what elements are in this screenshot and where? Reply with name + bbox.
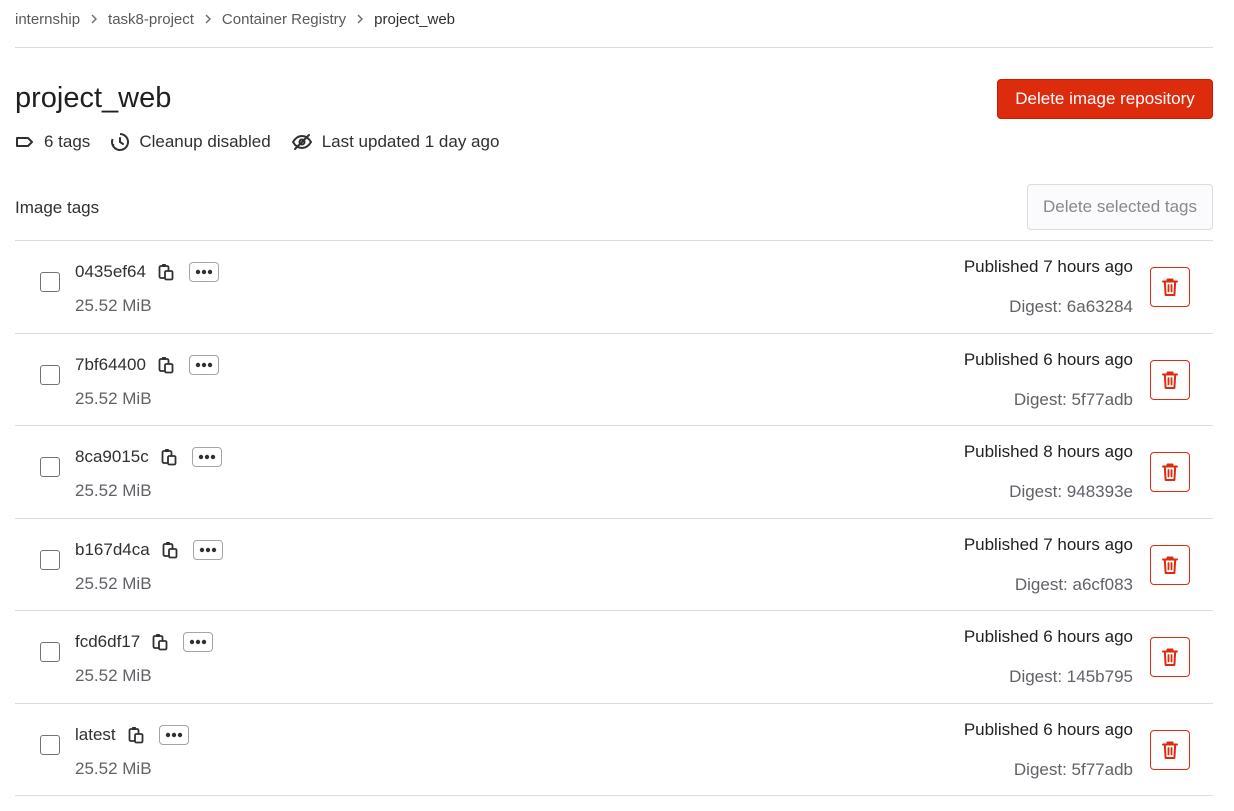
ellipsis-icon[interactable] xyxy=(191,447,222,467)
breadcrumb-item-current[interactable]: project_web xyxy=(374,11,455,28)
page-title: project_web xyxy=(15,82,172,114)
last-updated-label: Last updated 1 day ago xyxy=(321,132,500,151)
select-checkbox[interactable] xyxy=(40,642,60,662)
select-checkbox[interactable] xyxy=(40,734,60,755)
cleanup-status: Cleanup disabled xyxy=(110,132,271,152)
tag-published: Published 6 hours ago xyxy=(963,349,1133,369)
tag-header: latest xyxy=(75,724,189,746)
tag-icon xyxy=(16,137,33,147)
delete-selected-tags-button[interactable]: Delete selected tags xyxy=(1027,184,1213,230)
last-updated: Last updated 1 day ago xyxy=(291,132,500,152)
tag-header: 7bf64400 xyxy=(75,354,219,376)
image-tags-list: 0435ef64 25.52 MiB Published 7 hours ago… xyxy=(15,240,1213,796)
delete-tag-button[interactable] xyxy=(1150,544,1190,585)
ellipsis-icon[interactable] xyxy=(183,632,214,652)
tag-published: Published 8 hours ago xyxy=(963,442,1133,461)
table-row: latest 25.52 MiB Published 6 hours ago D… xyxy=(15,704,1213,796)
tag-name: 0435ef64 xyxy=(75,262,146,281)
clipboard-icon[interactable] xyxy=(158,356,174,374)
tag-size: 25.52 MiB xyxy=(75,758,152,778)
clipboard-icon[interactable] xyxy=(128,726,144,744)
table-row: 8ca9015c 25.52 MiB Published 8 hours ago… xyxy=(15,426,1213,519)
tag-header: 8ca9015c xyxy=(75,446,222,468)
select-checkbox[interactable] xyxy=(40,272,60,292)
clock-icon xyxy=(111,133,130,151)
trash-icon xyxy=(1162,278,1178,296)
ellipsis-icon[interactable] xyxy=(188,354,219,375)
chevron-right-icon xyxy=(90,14,98,24)
tag-name: fcd6df17 xyxy=(75,632,141,651)
table-row: fcd6df17 25.52 MiB Published 6 hours ago… xyxy=(15,611,1213,704)
breadcrumb-item-container-registry[interactable]: Container Registry xyxy=(222,11,346,28)
tag-name: b167d4ca xyxy=(75,539,150,559)
eye-slash-icon xyxy=(291,134,312,150)
tag-size: 25.52 MiB xyxy=(75,481,152,500)
tag-published: Published 6 hours ago xyxy=(963,719,1133,739)
tag-digest: Digest: 5f77adb xyxy=(1013,759,1133,779)
tag-header: b167d4ca xyxy=(75,539,223,561)
chevron-right-icon xyxy=(356,14,364,24)
trash-icon xyxy=(1162,648,1178,666)
clipboard-icon[interactable] xyxy=(158,263,174,281)
tag-name: latest xyxy=(75,724,116,744)
tag-header: 0435ef64 xyxy=(75,261,219,283)
delete-tag-button[interactable] xyxy=(1150,637,1190,677)
tag-size: 25.52 MiB xyxy=(75,296,152,315)
clipboard-icon[interactable] xyxy=(161,448,177,466)
tag-digest: Digest: a6cf083 xyxy=(1014,574,1133,594)
trash-icon xyxy=(1162,556,1178,574)
table-row: 7bf64400 25.52 MiB Published 6 hours ago… xyxy=(15,334,1213,426)
tag-name: 7bf64400 xyxy=(75,354,146,374)
ellipsis-icon[interactable] xyxy=(188,262,219,282)
delete-image-repository-button[interactable]: Delete image repository xyxy=(997,79,1213,119)
breadcrumb-item-project[interactable]: task8-project xyxy=(108,11,194,28)
repository-meta: 6 tags Cleanup disabled Last updated 1 d… xyxy=(15,130,519,154)
clipboard-icon[interactable] xyxy=(162,541,178,559)
ellipsis-icon[interactable] xyxy=(192,539,223,560)
breadcrumb-item-internship[interactable]: internship xyxy=(15,11,80,28)
tags-count: 6 tags xyxy=(15,132,90,152)
tag-digest: Digest: 948393e xyxy=(1009,482,1133,501)
tags-count-label: 6 tags xyxy=(44,132,91,151)
table-row: 0435ef64 25.52 MiB Published 7 hours ago… xyxy=(15,241,1213,334)
trash-icon xyxy=(1162,463,1178,481)
table-row: b167d4ca 25.52 MiB Published 7 hours ago… xyxy=(15,519,1213,611)
tag-digest: Digest: 6a63284 xyxy=(1009,297,1133,316)
delete-tag-button[interactable] xyxy=(1150,729,1190,770)
image-tags-heading: Image tags xyxy=(15,198,100,217)
ellipsis-icon[interactable] xyxy=(158,724,189,745)
breadcrumb: internship task8-project Container Regis… xyxy=(15,8,455,30)
delete-tag-button[interactable] xyxy=(1150,267,1190,307)
tag-digest: Digest: 145b795 xyxy=(1009,667,1133,686)
tag-published: Published 7 hours ago xyxy=(963,534,1133,554)
clipboard-icon[interactable] xyxy=(152,633,168,651)
tag-published: Published 7 hours ago xyxy=(963,257,1133,276)
tag-size: 25.52 MiB xyxy=(75,573,152,593)
trash-icon xyxy=(1162,741,1178,759)
tag-digest: Digest: 5f77adb xyxy=(1013,389,1133,409)
divider xyxy=(15,47,1213,48)
tag-size: 25.52 MiB xyxy=(75,666,152,685)
trash-icon xyxy=(1162,371,1178,389)
tag-size: 25.52 MiB xyxy=(75,388,152,408)
tag-published: Published 6 hours ago xyxy=(963,627,1133,646)
select-checkbox[interactable] xyxy=(40,549,60,570)
cleanup-status-label: Cleanup disabled xyxy=(139,132,271,151)
tag-header: fcd6df17 xyxy=(75,631,214,653)
delete-tag-button[interactable] xyxy=(1150,359,1190,400)
select-checkbox[interactable] xyxy=(40,364,60,385)
tag-name: 8ca9015c xyxy=(75,447,149,466)
chevron-right-icon xyxy=(204,14,212,24)
select-checkbox[interactable] xyxy=(40,457,60,477)
delete-tag-button[interactable] xyxy=(1150,452,1190,492)
